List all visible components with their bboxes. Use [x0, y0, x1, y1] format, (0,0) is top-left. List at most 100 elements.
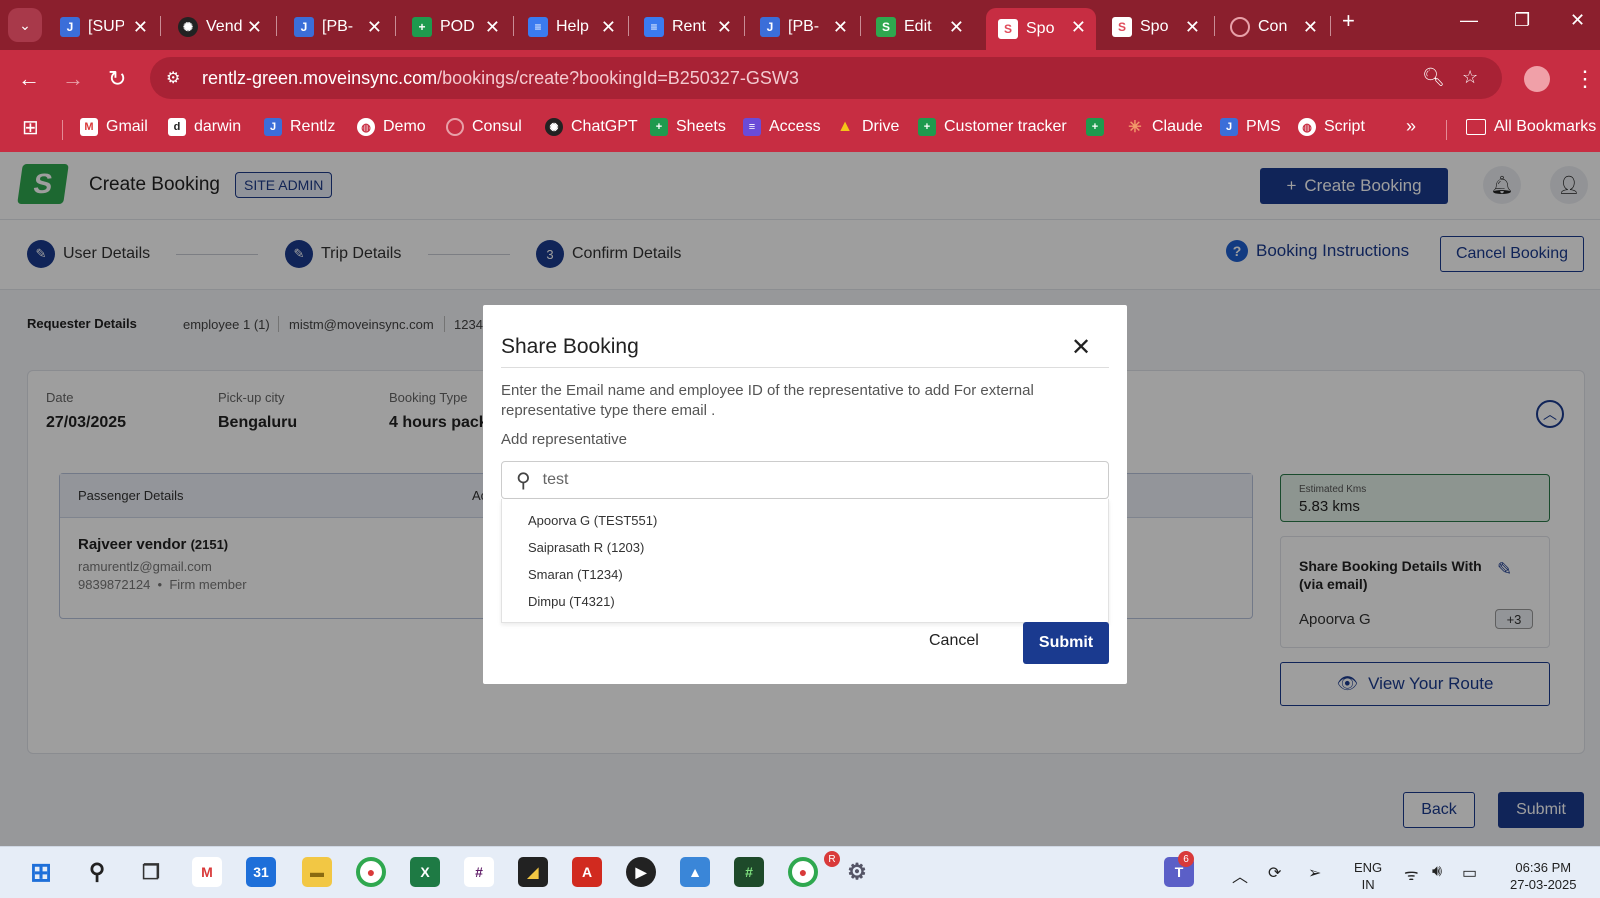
settings-gear-icon[interactable]: ⚙	[842, 857, 872, 887]
docs-icon: ≡	[528, 17, 548, 37]
consul-icon	[1230, 17, 1250, 37]
bookmark-star-icon[interactable]: ☆	[1462, 67, 1478, 88]
apps-grid-icon[interactable]: ⊞	[22, 115, 39, 140]
location-arrow-icon[interactable]: ➢	[1308, 863, 1321, 883]
gmail-icon[interactable]: M	[192, 857, 222, 887]
sheets-icon: +	[412, 17, 432, 37]
browser-tab[interactable]: J [PB- ✕	[748, 8, 858, 46]
forms-icon: ≡	[743, 118, 761, 136]
jira-icon: J	[1220, 118, 1238, 136]
browser-tab[interactable]: + POD ✕	[400, 8, 510, 46]
media-player-icon[interactable]: ▶	[626, 857, 656, 887]
minimize-icon[interactable]: —	[1460, 10, 1478, 31]
browser-tab[interactable]: ≡ Rent ✕	[632, 8, 742, 46]
bookmark-drive[interactable]: ▲ Drive	[836, 118, 899, 136]
reload-icon[interactable]: ↻	[108, 66, 126, 92]
site-settings-icon[interactable]: ⚙	[166, 68, 190, 88]
browser-tab-strip: ⌄ J [SUP ✕ ✺ Vendo ✕ J [PB- ✕ + POD ✕ ≡ …	[0, 0, 1600, 50]
browser-tab[interactable]: J [PB- ✕	[282, 8, 392, 46]
close-icon[interactable]: ✕	[1071, 333, 1091, 362]
browser-tab[interactable]: S Spo ✕	[1100, 8, 1210, 46]
dropdown-option[interactable]: Saiprasath R (1203)	[528, 540, 644, 555]
representative-search-input[interactable]: ⚲ test	[501, 461, 1109, 499]
url-text: rentlz-green.moveinsync.com/bookings/cre…	[202, 67, 799, 88]
tab-close-icon[interactable]: ✕	[717, 17, 732, 38]
tab-close-icon[interactable]: ✕	[133, 17, 148, 38]
claude-icon: ✳	[1128, 119, 1142, 136]
bookmark-sheet[interactable]: +	[1086, 118, 1112, 136]
bookmark-access[interactable]: ≡ Access	[743, 118, 821, 136]
jira-icon: J	[294, 17, 314, 37]
volume-icon[interactable]: 🔊︎	[1432, 863, 1442, 881]
photos-icon[interactable]: ▲	[680, 857, 710, 887]
task-view-icon[interactable]: ❐	[136, 857, 166, 887]
chrome-icon[interactable]: ●	[788, 857, 818, 887]
browser-tab[interactable]: J [SUP ✕	[48, 8, 158, 46]
tab-close-icon[interactable]: ✕	[601, 17, 616, 38]
dropdown-option[interactable]: Smaran (T1234)	[528, 567, 623, 582]
zoom-icon[interactable]: 🔍︎	[1422, 67, 1445, 88]
tab-close-icon[interactable]: ✕	[949, 17, 964, 38]
bookmark-gmail[interactable]: M Gmail	[80, 118, 148, 136]
bookmark-pms[interactable]: J PMS	[1220, 118, 1281, 136]
terminal-icon[interactable]: #	[734, 857, 764, 887]
tab-search-icon[interactable]: ⌄	[8, 8, 42, 42]
modal-title: Share Booking	[501, 335, 639, 358]
restore-icon[interactable]: ❐	[1514, 10, 1530, 31]
more-menu-icon[interactable]: ⋮	[1574, 66, 1596, 92]
tab-close-icon[interactable]: ✕	[485, 17, 500, 38]
docs-icon: ≡	[644, 17, 664, 37]
sticky-notes-icon[interactable]: ◢	[518, 857, 548, 887]
battery-icon[interactable]: ▭	[1462, 863, 1477, 883]
windows-start-icon[interactable]: ⊞	[26, 857, 56, 887]
system-clock[interactable]: 06:36 PM 27-03-2025	[1510, 859, 1577, 893]
bookmark-darwin[interactable]: d darwin	[168, 118, 241, 136]
browser-tab[interactable]: ≡ Help ✕	[516, 8, 626, 46]
globe-icon: ◍	[357, 118, 375, 136]
language-indicator[interactable]: ENG IN	[1354, 859, 1382, 893]
chatgpt-icon: ✺	[545, 118, 563, 136]
bookmark-customer-tracker[interactable]: + Customer tracker	[918, 118, 1067, 136]
tab-close-icon[interactable]: ✕	[833, 17, 848, 38]
more-bookmarks-icon[interactable]: »	[1406, 116, 1416, 137]
close-window-icon[interactable]: ✕	[1570, 10, 1585, 31]
bookmark-consul[interactable]: Consul	[446, 118, 522, 136]
new-tab-icon[interactable]: +	[1342, 8, 1355, 34]
sync-icon[interactable]: ⟳	[1268, 863, 1281, 883]
all-bookmarks[interactable]: All Bookmarks	[1466, 118, 1596, 136]
browser-tab[interactable]: Con ✕	[1218, 8, 1328, 46]
dropdown-option[interactable]: Dimpu (T4321)	[528, 594, 615, 609]
browser-tab-active[interactable]: S Spo ✕	[986, 8, 1096, 50]
tab-close-icon[interactable]: ✕	[1303, 17, 1318, 38]
bookmark-script[interactable]: ◍ Script	[1298, 118, 1365, 136]
bookmark-demo[interactable]: ◍ Demo	[357, 118, 426, 136]
tab-close-icon[interactable]: ✕	[1071, 17, 1086, 38]
file-explorer-icon[interactable]: ▬	[302, 857, 332, 887]
chrome-icon[interactable]: ●	[356, 857, 386, 887]
bookmark-sheets[interactable]: + Sheets	[650, 118, 726, 136]
tab-close-icon[interactable]: ✕	[247, 17, 262, 38]
calendar-icon[interactable]: 31	[246, 857, 276, 887]
forward-arrow-icon[interactable]: →	[62, 66, 84, 92]
search-icon[interactable]: ⚲	[82, 857, 112, 887]
excel-icon[interactable]: X	[410, 857, 440, 887]
chatgpt-icon: ✺	[178, 17, 198, 37]
wifi-icon[interactable]: ᯤ	[1404, 863, 1419, 885]
tab-close-icon[interactable]: ✕	[367, 17, 382, 38]
modal-cancel-button[interactable]: Cancel	[929, 632, 979, 650]
browser-tab[interactable]: ✺ Vendo ✕	[166, 8, 272, 46]
modal-submit-button[interactable]: Submit	[1023, 622, 1109, 664]
url-omnibox[interactable]: ⚙ rentlz-green.moveinsync.com/bookings/c…	[150, 57, 1502, 99]
bookmark-rentlz[interactable]: J Rentlz	[264, 118, 335, 136]
chevron-up-icon[interactable]: ︿	[1232, 863, 1248, 887]
dropdown-option[interactable]: Apoorva G (TEST551)	[528, 513, 657, 528]
bookmark-chatgpt[interactable]: ✺ ChatGPT	[545, 118, 638, 136]
browser-tab[interactable]: S Edit ✕	[864, 8, 974, 46]
tab-close-icon[interactable]: ✕	[1185, 17, 1200, 38]
slack-icon[interactable]: #	[464, 857, 494, 887]
acrobat-icon[interactable]: A	[572, 857, 602, 887]
back-arrow-icon[interactable]: ←	[18, 66, 40, 92]
bookmark-claude[interactable]: ✳ Claude	[1126, 118, 1202, 136]
drive-icon: ▲	[837, 118, 853, 135]
profile-avatar[interactable]	[1524, 66, 1550, 92]
